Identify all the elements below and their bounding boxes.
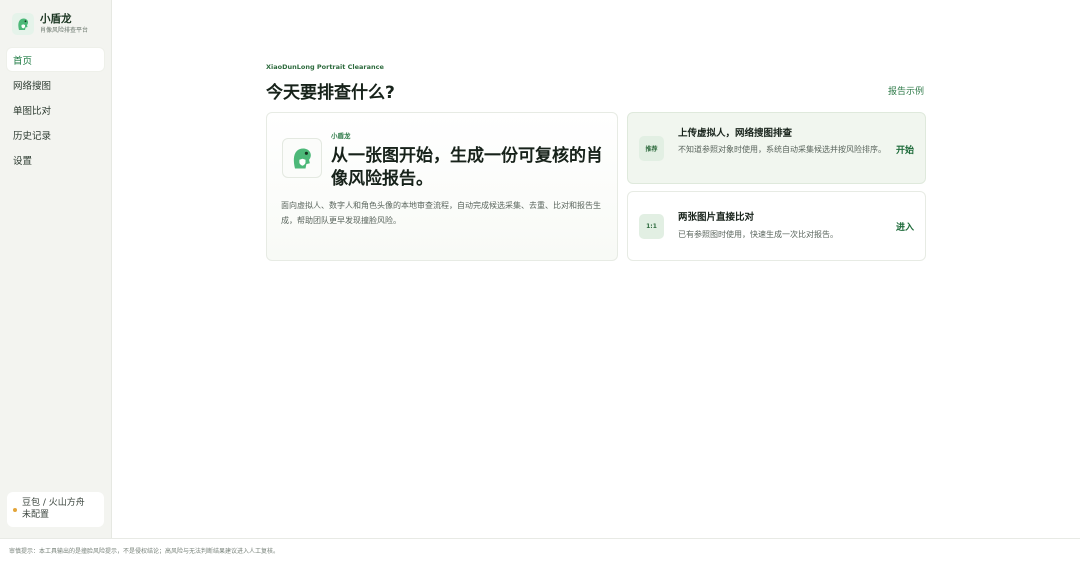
card-title: 上传虚拟人，网络搜图排查: [678, 128, 793, 139]
hero-description: 面向虚拟人、数字人和角色头像的本地审查流程，自动完成候选采集、去重、比对和报告生…: [281, 201, 601, 225]
model-provider: 豆包 / 火山方舟: [22, 498, 85, 508]
model-status-text: 未配置: [22, 510, 50, 520]
direct-compare-card[interactable]: 1:1 两张图片直接比对 已有参照图时使用，快速生成一次比对报告。 进入: [627, 191, 926, 261]
report-example-link[interactable]: 报告示例: [888, 84, 924, 97]
disclaimer-footer: 审慎提示：本工具输出的是撞脸风险提示，不是侵权结论；高风险与无法判断结果建议进入…: [0, 538, 1080, 561]
dragon-mascot-icon: [12, 13, 34, 35]
model-status[interactable]: 豆包 / 火山方舟 未配置: [7, 492, 104, 527]
brand[interactable]: 小盾龙 肖像风险排查平台: [12, 13, 88, 35]
page-title: 今天要排查什么?: [266, 83, 395, 103]
one-to-one-badge: 1:1: [639, 214, 664, 239]
dragon-mascot-icon: [282, 138, 322, 178]
sidebar-item-home[interactable]: 首页: [7, 48, 104, 71]
sidebar-item-settings[interactable]: 设置: [7, 148, 104, 171]
status-dot: [13, 508, 17, 512]
sidebar-item-history[interactable]: 历史记录: [7, 123, 104, 146]
web-search-card[interactable]: 推荐 上传虚拟人，网络搜图排查 不知道参照对象时使用，系统自动采集候选并按风险排…: [627, 112, 926, 184]
sidebar-item-label: 单图比对: [13, 105, 52, 117]
hero-tag: 小盾龙: [331, 132, 351, 140]
enter-button[interactable]: 进入: [896, 220, 914, 233]
hero-card: 小盾龙 从一张图开始，生成一份可复核的肖像风险报告。 面向虚拟人、数字人和角色头…: [266, 112, 618, 261]
sidebar-nav: 首页 网络搜图 单图比对 历史记录 设置: [7, 48, 104, 173]
sidebar-item-label: 设置: [13, 155, 33, 167]
sidebar-item-label: 历史记录: [13, 130, 52, 142]
sidebar-item-label: 网络搜图: [13, 80, 52, 92]
page-eyebrow: XiaoDunLong Portrait Clearance: [266, 63, 384, 71]
hero-headline: 从一张图开始，生成一份可复核的肖像风险报告。: [331, 146, 603, 189]
card-title: 两张图片直接比对: [678, 212, 755, 223]
sidebar: 小盾龙 肖像风险排查平台 首页 网络搜图 单图比对 历史记录 设置 豆包 / 火…: [0, 0, 112, 538]
disclaimer-text: 审慎提示：本工具输出的是撞脸风险提示，不是侵权结论；高风险与无法判断结果建议进入…: [9, 548, 280, 555]
card-description: 不知道参照对象时使用，系统自动采集候选并按风险排序。: [678, 145, 886, 154]
brand-name: 小盾龙: [40, 13, 72, 25]
sidebar-item-single-compare[interactable]: 单图比对: [7, 98, 104, 121]
sidebar-item-web-image-search[interactable]: 网络搜图: [7, 73, 104, 96]
sidebar-item-label: 首页: [13, 55, 33, 67]
brand-subtitle: 肖像风险排查平台: [40, 27, 89, 34]
start-button[interactable]: 开始: [896, 143, 914, 156]
recommended-badge: 推荐: [639, 136, 664, 161]
card-description: 已有参照图时使用，快速生成一次比对报告。: [678, 230, 838, 239]
